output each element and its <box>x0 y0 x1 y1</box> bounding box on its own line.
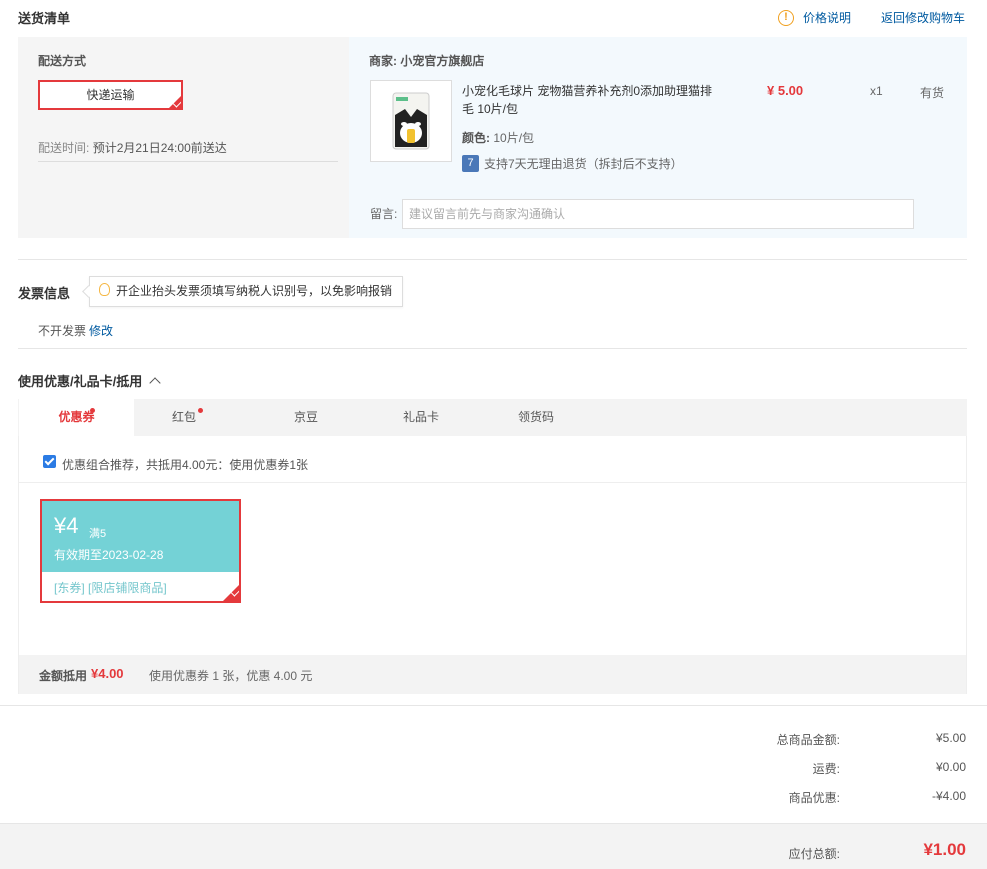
coupon-amount: ¥4 <box>54 513 79 538</box>
coupon-section-toggle[interactable]: 使用优惠/礼品卡/抵用 <box>18 371 161 390</box>
total-items-value: ¥5.00 <box>935 731 966 745</box>
coupon-card[interactable]: ¥4 满5 有效期至2023-02-28 [东券] [限店铺限商品] <box>40 499 241 603</box>
chevron-up-icon <box>149 377 161 389</box>
tab-label: 优惠券 <box>58 410 95 424</box>
product-image[interactable] <box>370 80 452 162</box>
price-info-link[interactable]: ! 价格说明 <box>778 9 851 26</box>
invoice-status-text: 不开发票 <box>38 324 87 338</box>
shipping-method-option[interactable]: 快递运输 <box>38 80 183 110</box>
invoice-title: 发票信息 <box>18 286 71 301</box>
merchant-label: 商家: <box>369 54 397 68</box>
coupon-recommend-label: 优惠组合推荐，共抵用4.00元：使用优惠券1张 <box>62 458 309 472</box>
coupon-condition: 满5 <box>89 528 107 540</box>
tab-label: 礼品卡 <box>402 410 439 424</box>
new-dot-icon <box>198 408 203 413</box>
coupon-card-header: ¥4 满5 有效期至2023-02-28 <box>42 501 239 572</box>
selected-check-icon <box>169 96 181 108</box>
return-policy-text: 支持7天无理由退货（拆封后不支持） <box>484 157 683 171</box>
shipping-fee-value: ¥0.00 <box>935 760 966 774</box>
divider <box>18 348 967 349</box>
invoice-edit-link[interactable]: 修改 <box>89 324 113 338</box>
shipping-fee-label: 运费: <box>812 762 840 776</box>
merchant-info: 商家: 小宠官方旗舰店 <box>369 52 484 69</box>
coupon-recommend-checkbox[interactable] <box>43 455 56 468</box>
coupon-tags: [东券] [限店铺限商品] <box>54 581 167 595</box>
product-quantity: x1 <box>870 84 883 98</box>
shipping-time: 配送时间: 预计2月21日24:00前送达 <box>38 139 227 156</box>
product-package-icon <box>392 92 430 150</box>
coupon-section-title: 使用优惠/礼品卡/抵用 <box>18 374 143 389</box>
product-color-label: 颜色: <box>462 131 490 145</box>
message-input[interactable] <box>402 199 914 229</box>
lightbulb-icon <box>99 283 110 296</box>
new-dot-icon <box>90 408 95 413</box>
return-badge-icon: 7 <box>462 155 479 172</box>
invoice-tip-text: 开企业抬头发票须填写纳税人识别号，以免影响报销 <box>116 284 393 298</box>
coupon-summary-value: ¥4.00 <box>91 666 124 681</box>
divider <box>38 161 338 162</box>
coupon-expiry: 有效期至2023-02-28 <box>54 548 164 562</box>
discount-value: -¥4.00 <box>931 789 966 803</box>
tab-redeem-code[interactable]: 领货码 <box>486 399 586 437</box>
tab-label: 京豆 <box>293 410 318 424</box>
back-to-cart-link[interactable]: 返回修改购物车 <box>881 9 965 26</box>
payable-label: 应付总额: <box>788 847 840 861</box>
discount-label: 商品优惠: <box>788 791 840 805</box>
divider <box>19 482 966 483</box>
shipping-time-value: 预计2月21日24:00前送达 <box>92 141 227 155</box>
product-price: ¥ 5.00 <box>767 83 804 98</box>
tab-label: 领货码 <box>517 410 554 424</box>
message-label: 留言: <box>370 207 398 221</box>
price-info-label: 价格说明 <box>803 11 852 25</box>
tab-jd-beans[interactable]: 京豆 <box>256 399 356 437</box>
invoice-tip: 开企业抬头发票须填写纳税人识别号，以免影响报销 <box>89 276 404 307</box>
return-policy: 7 支持7天无理由退货（拆封后不支持） <box>462 155 683 172</box>
shipping-method-label: 配送方式 <box>38 54 87 68</box>
section-title-delivery-list: 送货清单 <box>18 11 71 26</box>
tab-coupons[interactable]: 优惠券 <box>19 399 134 437</box>
total-items-label: 总商品金额: <box>776 733 840 747</box>
warning-icon: ! <box>778 9 794 26</box>
invoice-status: 不开发票 修改 <box>38 322 113 339</box>
product-stock-status: 有货 <box>920 86 945 100</box>
tab-red-packets[interactable]: 红包 <box>134 399 234 437</box>
product-color: 颜色: 10片/包 <box>462 129 534 146</box>
shipping-time-label: 配送时间: <box>38 141 90 155</box>
shipping-method-value: 快递运输 <box>86 88 135 102</box>
coupon-summary-label: 金额抵用 <box>39 669 88 683</box>
product-name-link[interactable]: 小宠化毛球片 宠物猫营养补充剂0添加助理猫排毛 10片/包 <box>462 82 712 118</box>
product-color-value: 10片/包 <box>493 131 535 145</box>
divider <box>18 259 967 260</box>
payable-value: ¥1.00 <box>923 840 966 859</box>
tab-label: 红包 <box>171 410 196 424</box>
divider <box>0 705 987 706</box>
selected-check-icon <box>223 585 239 601</box>
merchant-name: 小宠官方旗舰店 <box>400 54 485 68</box>
coupon-summary-desc: 使用优惠券 1 张，优惠 4.00 元 <box>149 669 313 683</box>
tab-gift-cards[interactable]: 礼品卡 <box>371 399 471 437</box>
